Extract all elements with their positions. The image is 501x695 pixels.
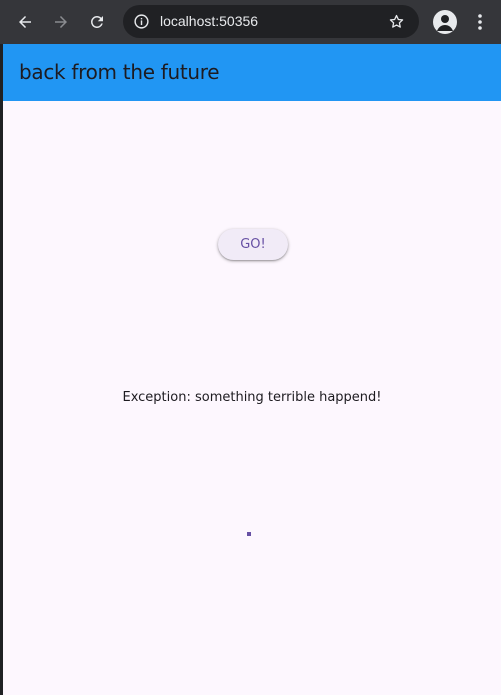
url-text[interactable]: localhost:50356	[160, 13, 258, 30]
info-icon[interactable]	[133, 13, 150, 30]
back-button[interactable]	[12, 9, 38, 35]
go-button[interactable]: GO!	[218, 229, 288, 260]
reload-icon	[90, 15, 103, 28]
browser-menu-button[interactable]	[470, 10, 490, 34]
star-icon[interactable]	[388, 13, 405, 30]
app-page: back from the future GO! Exception: some…	[3, 44, 501, 695]
more-vert-icon	[478, 14, 482, 30]
profile-icon	[437, 15, 453, 31]
arrow-right-icon	[55, 16, 67, 28]
browser-toolbar: localhost:50356	[0, 0, 501, 44]
progress-indicator	[247, 532, 251, 536]
profile-button[interactable]	[433, 10, 457, 34]
app-title: back from the future	[19, 60, 220, 84]
error-message: Exception: something terrible happend!	[122, 390, 382, 405]
app-bar: back from the future	[3, 44, 501, 101]
forward-button[interactable]	[48, 9, 74, 35]
address-bar[interactable]: localhost:50356	[123, 5, 419, 38]
reload-button[interactable]	[84, 9, 110, 35]
arrow-left-icon	[19, 16, 31, 28]
